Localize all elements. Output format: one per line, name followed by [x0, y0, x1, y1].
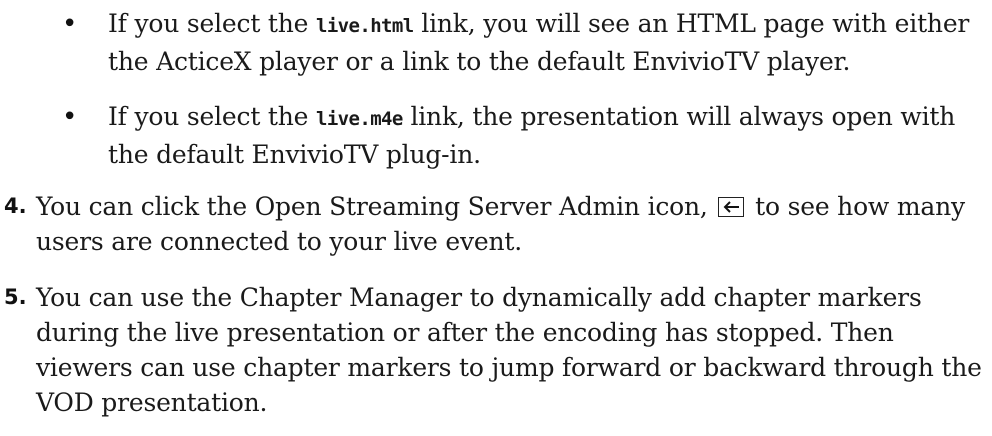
bullet-dot: •: [62, 9, 78, 39]
code-live-html: live.html: [316, 15, 414, 37]
bullet-text: If you select the live.html link, you wi…: [108, 6, 978, 79]
step-number: 4.: [4, 194, 27, 218]
step-text: You can click the Open Streaming Server …: [36, 189, 986, 259]
step-text-before-icon: You can click the Open Streaming Server …: [36, 192, 716, 221]
bullet-text-before: If you select the: [108, 102, 316, 131]
document-page: • If you select the live.html link, you …: [0, 0, 992, 436]
step-number: 5.: [4, 285, 27, 309]
bullet-text: If you select the live.m4e link, the pre…: [108, 99, 978, 172]
step-text: You can use the Chapter Manager to dynam…: [36, 283, 982, 417]
code-live-m4e: live.m4e: [316, 108, 403, 130]
back-arrow-icon: [718, 196, 745, 217]
bullet-dot: •: [62, 102, 78, 132]
bullet-text-before: If you select the: [108, 9, 316, 38]
